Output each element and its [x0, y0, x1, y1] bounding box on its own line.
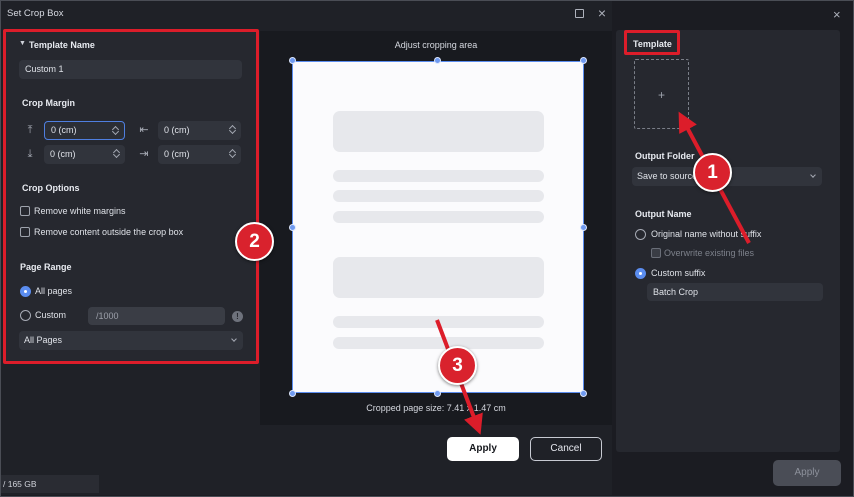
margin-bottom-icon: ⤓ — [27, 148, 33, 160]
all-pages-radio[interactable] — [20, 286, 31, 297]
margin-bottom-spinner[interactable] — [114, 148, 120, 160]
crop-handle-bottom[interactable] — [434, 390, 441, 397]
placeholder-line — [333, 170, 544, 182]
margin-right-input[interactable]: 0 (cm) — [158, 145, 241, 164]
overwrite-files-label[interactable]: Overwrite existing files — [664, 248, 754, 258]
margin-left-spinner[interactable] — [230, 124, 236, 136]
crop-handle-top-right[interactable] — [580, 57, 587, 64]
preview-title: Adjust cropping area — [394, 40, 478, 50]
chevron-down-icon — [810, 172, 816, 178]
placeholder-block — [333, 111, 544, 152]
title-bar: Set Crop Box × — [1, 1, 612, 27]
placeholder-line — [333, 337, 544, 349]
options-panel: ▼ Template Name Custom 1 Crop Margin ⤒ 0… — [6, 31, 258, 364]
custom-range-label[interactable]: Custom — [35, 310, 66, 320]
output-folder-heading: Output Folder — [635, 151, 695, 161]
remove-outside-content-checkbox[interactable] — [20, 227, 30, 237]
apply-button[interactable]: Apply — [447, 437, 519, 461]
placeholder-block — [333, 257, 544, 298]
output-name-heading: Output Name — [635, 209, 692, 219]
remove-white-margins-label[interactable]: Remove white margins — [34, 206, 126, 216]
add-template-button[interactable]: + — [634, 59, 689, 129]
all-pages-label[interactable]: All pages — [35, 286, 72, 296]
custom-suffix-input[interactable]: Batch Crop — [647, 283, 823, 301]
cancel-button[interactable]: Cancel — [530, 437, 602, 461]
maximize-icon[interactable] — [575, 9, 584, 18]
original-name-label[interactable]: Original name without suffix — [651, 229, 761, 239]
step-marker-2: 2 — [235, 222, 274, 261]
output-folder-value: Save to source — [637, 171, 698, 181]
step-marker-1: 1 — [693, 153, 732, 192]
crop-handle-right[interactable] — [580, 224, 587, 231]
plus-icon: + — [657, 88, 665, 102]
margin-top-icon: ⤒ — [27, 124, 33, 136]
overwrite-files-checkbox[interactable] — [651, 248, 661, 258]
template-name-input[interactable]: Custom 1 — [19, 60, 242, 79]
crop-options-heading: Crop Options — [22, 183, 80, 193]
template-heading: Template — [633, 39, 672, 49]
step-marker-3: 3 — [438, 346, 477, 385]
crop-box-page[interactable] — [292, 61, 584, 393]
margin-right-icon: ⇥ — [139, 148, 149, 160]
margin-bottom-input[interactable]: 0 (cm) — [44, 145, 125, 164]
cropped-page-size: Cropped page size: 7.41 x 1.47 cm — [366, 403, 506, 413]
crop-preview-area: Adjust cropping area Cropped page size: … — [260, 31, 612, 425]
placeholder-line — [333, 211, 544, 223]
batch-apply-button[interactable]: Apply — [773, 460, 841, 486]
close-icon[interactable]: × — [595, 6, 609, 20]
margin-left-value: 0 (cm) — [164, 125, 190, 135]
margin-bottom-value: 0 (cm) — [50, 149, 76, 159]
custom-suffix-label[interactable]: Custom suffix — [651, 268, 705, 278]
crop-handle-top-left[interactable] — [289, 57, 296, 64]
collapse-caret-icon[interactable]: ▼ — [19, 40, 26, 47]
crop-box-dialog: Set Crop Box × ▼ Template Name Custom 1 … — [1, 1, 612, 495]
close-icon[interactable]: × — [833, 8, 841, 22]
custom-range-input[interactable]: /1000 — [88, 307, 225, 325]
dialog-title: Set Crop Box — [7, 8, 64, 19]
crop-handle-top[interactable] — [434, 57, 441, 64]
custom-range-radio[interactable] — [20, 310, 31, 321]
template-name-heading: Template Name — [29, 40, 95, 50]
placeholder-line — [333, 190, 544, 202]
page-subset-value: All Pages — [24, 335, 63, 345]
margin-left-icon: ⇤ — [139, 124, 149, 136]
crop-handle-left[interactable] — [289, 224, 296, 231]
margin-left-input[interactable]: 0 (cm) — [158, 121, 241, 140]
info-icon[interactable]: ! — [232, 311, 243, 322]
page-subset-select[interactable]: All Pages — [19, 331, 243, 350]
margin-right-value: 0 (cm) — [164, 149, 190, 159]
page-range-heading: Page Range — [20, 262, 72, 272]
crop-handle-bottom-left[interactable] — [289, 390, 296, 397]
custom-suffix-radio[interactable] — [635, 268, 646, 279]
margin-top-value: 0 (cm) — [51, 125, 77, 135]
remove-outside-content-label[interactable]: Remove content outside the crop box — [34, 227, 183, 237]
original-name-radio[interactable] — [635, 229, 646, 240]
margin-right-spinner[interactable] — [230, 148, 236, 160]
placeholder-line — [333, 316, 544, 328]
crop-margin-heading: Crop Margin — [22, 98, 75, 108]
crop-handle-bottom-right[interactable] — [580, 390, 587, 397]
remove-white-margins-checkbox[interactable] — [20, 206, 30, 216]
margin-top-spinner[interactable] — [113, 125, 119, 137]
disk-usage-status: / 165 GB — [1, 475, 99, 493]
margin-top-input[interactable]: 0 (cm) — [44, 121, 125, 140]
chevron-down-icon — [231, 336, 237, 342]
